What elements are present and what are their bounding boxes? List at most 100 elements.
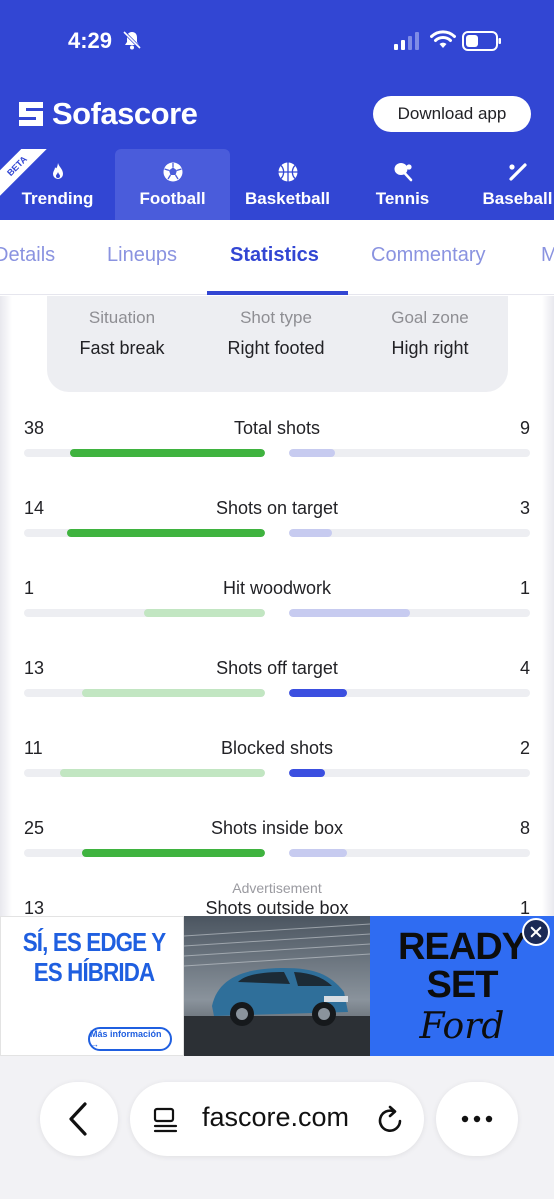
browser-toolbar: fascore.com xyxy=(0,1056,554,1199)
tab-lineups[interactable]: Lineups xyxy=(107,244,177,267)
stat-away-value: 8 xyxy=(519,818,530,838)
stat-home-bar xyxy=(67,529,265,537)
stat-row: 13 Shots outside box 1 xyxy=(24,898,530,916)
stat-home-bar xyxy=(144,609,265,617)
active-tab-indicator xyxy=(207,291,348,295)
stat-away-bar xyxy=(289,769,325,777)
sport-label: Football xyxy=(139,189,206,208)
stat-away-bar-track xyxy=(289,529,530,537)
sport-label: Baseball xyxy=(482,189,553,208)
more-options-button[interactable] xyxy=(436,1082,518,1156)
stat-away-bar-track xyxy=(289,769,530,777)
stat-row: 11 Blocked shots 2 xyxy=(24,738,530,798)
stat-name: Shots on target xyxy=(215,498,339,518)
address-bar[interactable]: fascore.com xyxy=(130,1082,424,1156)
flame-icon xyxy=(52,163,63,179)
stat-row: 13 Shots off target 4 xyxy=(24,658,530,718)
shot-detail-key: Goal zone xyxy=(391,308,469,327)
shot-details-card: Situation Fast break Shot type Right foo… xyxy=(47,296,508,392)
shot-detail-value: Fast break xyxy=(79,338,165,358)
status-time: 4:29 xyxy=(68,28,113,53)
url-text: fascore.com xyxy=(202,1102,350,1132)
shot-situation: Situation Fast break xyxy=(47,308,197,359)
stat-row: 25 Shots inside box 8 xyxy=(24,818,530,878)
stat-home-bar xyxy=(70,449,265,457)
app-header: 4:29 Sofascore Download app BETA Trendin… xyxy=(0,0,554,220)
brand-row: Sofascore Download app xyxy=(0,92,554,138)
reader-mode-icon[interactable] xyxy=(152,1106,180,1134)
stat-away-value: 1 xyxy=(519,898,530,916)
stat-away-value: 1 xyxy=(519,578,530,598)
signal-icon xyxy=(394,32,419,50)
car-photo-icon xyxy=(184,916,370,1056)
sofascore-logo-icon xyxy=(19,102,43,126)
stat-away-bar-track xyxy=(289,849,530,857)
stat-away-bar-track xyxy=(289,609,530,617)
football-icon xyxy=(163,162,182,182)
stat-name: Total shots xyxy=(233,418,321,438)
stat-away-bar xyxy=(289,529,332,537)
download-app-button[interactable]: Download app xyxy=(373,96,531,132)
stat-away-bar-track xyxy=(289,689,530,697)
stat-row: 14 Shots on target 3 xyxy=(24,498,530,558)
statistics-content: Situation Fast break Shot type Right foo… xyxy=(0,296,554,916)
tab-more[interactable]: M xyxy=(541,244,554,267)
stat-home-bar-track xyxy=(24,849,265,857)
stat-away-bar xyxy=(289,689,347,697)
ad-headline: SÍ, ES EDGE Y ES HÍBRIDA xyxy=(22,927,166,987)
shot-detail-value: High right xyxy=(391,338,469,358)
sport-label: Basketball xyxy=(244,189,331,208)
back-button[interactable] xyxy=(40,1082,118,1156)
stat-away-bar xyxy=(289,449,335,457)
stat-away-value: 4 xyxy=(519,658,530,678)
reload-icon[interactable] xyxy=(374,1104,406,1136)
sport-label: Tennis xyxy=(375,189,430,208)
shot-goal-zone: Goal zone High right xyxy=(355,308,505,359)
sport-tab-trending[interactable]: BETA Trending xyxy=(0,149,115,220)
stat-row: 38 Total shots 9 xyxy=(24,418,530,478)
stat-home-bar-track xyxy=(24,689,265,697)
sport-tab-tennis[interactable]: Tennis xyxy=(345,149,460,220)
stat-home-bar xyxy=(82,689,265,697)
ad-more-info-button[interactable]: Más información → xyxy=(88,1027,172,1051)
stat-away-bar xyxy=(289,609,410,617)
basketball-icon xyxy=(278,162,297,182)
bell-off-icon xyxy=(122,30,142,50)
chevron-left-icon xyxy=(69,1102,87,1136)
sport-label: Trending xyxy=(21,189,94,208)
stat-name: Shots off target xyxy=(216,658,338,678)
stat-home-bar-track xyxy=(24,449,265,457)
match-tabs: Details Lineups Statistics Commentary M xyxy=(0,220,554,295)
page: 4:29 Sofascore Download app BETA Trendin… xyxy=(0,0,554,1199)
stat-name: Hit woodwork xyxy=(222,578,332,598)
sport-tab-football[interactable]: Football xyxy=(115,149,230,220)
stat-home-bar-track xyxy=(24,609,265,617)
advertisement-label: Advertisement xyxy=(232,880,322,896)
scroll-edge-right xyxy=(542,296,554,916)
tab-commentary[interactable]: Commentary xyxy=(371,244,485,267)
stat-home-bar xyxy=(60,769,265,777)
stat-row: 1 Hit woodwork 1 xyxy=(24,578,530,638)
ellipsis-icon xyxy=(461,1115,493,1123)
shot-type: Shot type Right footed xyxy=(201,308,351,359)
tab-statistics[interactable]: Statistics xyxy=(230,244,319,267)
status-bar: 4:29 xyxy=(0,22,554,62)
scroll-edge-left xyxy=(0,296,12,916)
advertisement-banner[interactable]: SÍ, ES EDGE Y ES HÍBRIDA Más información… xyxy=(0,916,554,1056)
stat-name: Shots inside box xyxy=(210,818,344,838)
stat-home-bar-track xyxy=(24,769,265,777)
sports-nav: BETA Trending Football Basketball Tennis… xyxy=(0,149,554,220)
shot-detail-key: Situation xyxy=(88,308,156,327)
battery-icon xyxy=(462,31,501,51)
ad-car-image xyxy=(184,916,370,1056)
shot-detail-value: Right footed xyxy=(227,338,325,358)
tab-details[interactable]: Details xyxy=(0,244,55,267)
stat-away-value: 3 xyxy=(519,498,530,518)
stat-name: Blocked shots xyxy=(220,738,334,758)
shot-detail-key: Shot type xyxy=(240,308,312,327)
stat-home-bar-track xyxy=(24,529,265,537)
sport-tab-baseball[interactable]: Baseball xyxy=(460,149,554,220)
sport-tab-basketball[interactable]: Basketball xyxy=(230,149,345,220)
ford-logo: Ford xyxy=(419,1006,505,1047)
ad-close-icon[interactable] xyxy=(522,918,550,946)
